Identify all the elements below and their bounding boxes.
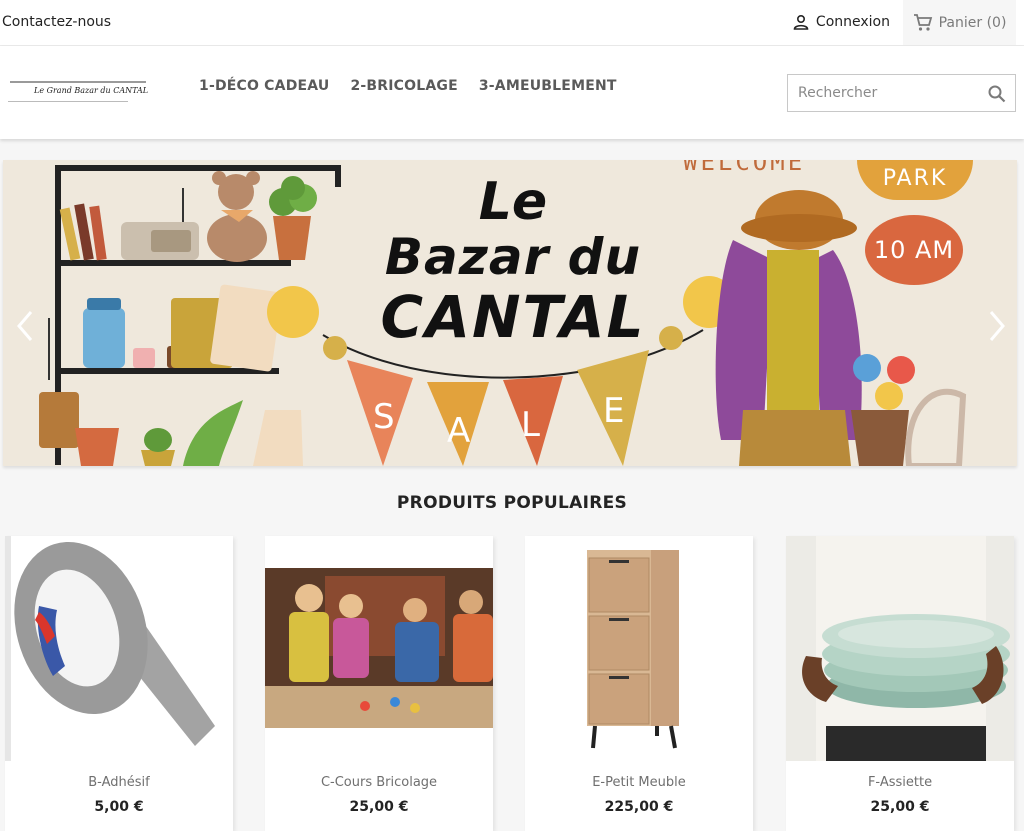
popular-products-heading: PRODUITS POPULAIRES <box>396 493 628 513</box>
flag-letter-l: L <box>521 405 540 445</box>
product-name[interactable]: F-Assiette <box>786 775 1014 790</box>
top-nav-bar: Contactez-nous Connexion Panier (0) <box>0 0 1024 46</box>
product-price: 5,00 € <box>94 799 144 815</box>
hero-carousel[interactable]: S A L E WELCOME PARK 10 AM Le Bazar du C… <box>3 160 1017 466</box>
product-image-plates[interactable] <box>786 536 1014 761</box>
product-name[interactable]: C-Cours Bricolage <box>265 775 493 790</box>
banner-title: Le Bazar du CANTAL <box>363 176 663 346</box>
logo-text: Le Grand Bazar du CANTAL <box>34 86 149 95</box>
login-label: Connexion <box>815 14 890 30</box>
site-logo[interactable]: Le Grand Bazar du CANTAL <box>8 81 148 105</box>
product-price: 25,00 € <box>870 799 930 815</box>
search-box <box>787 74 1016 112</box>
banner-time-badge: 10 AM <box>865 215 963 285</box>
flag-letter-s: S <box>373 397 395 437</box>
flag-letter-a: A <box>447 411 470 451</box>
login-link[interactable]: Connexion <box>793 14 890 30</box>
menu-item-deco-cadeau[interactable]: 1-DÉCO CADEAU <box>199 78 329 94</box>
logo-rule-bottom <box>8 101 128 102</box>
main-header: Le Grand Bazar du CANTAL 1-DÉCO CADEAU 2… <box>0 46 1024 139</box>
banner-title-line2: Bazar du <box>384 228 642 286</box>
contact-link[interactable]: Contactez-nous <box>2 14 111 30</box>
flag-letter-e: E <box>603 391 624 431</box>
product-name[interactable]: E-Petit Meuble <box>525 775 753 790</box>
menu-item-ameublement[interactable]: 3-AMEUBLEMENT <box>479 78 617 94</box>
chevron-right-icon[interactable] <box>985 308 1009 344</box>
product-card[interactable]: F-Assiette 25,00 € <box>786 536 1014 831</box>
product-grid: B-Adhésif 5,00 € C-Cours Bricolage 25,00… <box>5 536 1019 831</box>
logo-rule-top <box>10 81 146 83</box>
product-price: 25,00 € <box>349 799 409 815</box>
search-input[interactable] <box>788 75 973 111</box>
product-card[interactable]: B-Adhésif 5,00 € <box>5 536 233 831</box>
cart-label: Panier (0) <box>938 14 1007 31</box>
main-menu: 1-DÉCO CADEAU 2-BRICOLAGE 3-AMEUBLEMENT <box>199 78 617 94</box>
search-icon[interactable] <box>987 84 1007 104</box>
product-price: 225,00 € <box>604 799 674 815</box>
banner-title-line3: CANTAL <box>380 283 646 351</box>
menu-item-bricolage[interactable]: 2-BRICOLAGE <box>350 78 457 94</box>
user-icon <box>793 14 809 30</box>
shopping-cart-icon <box>913 13 932 31</box>
banner-welcome-text: WELCOME <box>683 160 806 176</box>
product-image-cabinet[interactable] <box>525 536 753 761</box>
product-image-workshop[interactable] <box>265 536 493 761</box>
product-card[interactable]: C-Cours Bricolage 25,00 € <box>265 536 493 831</box>
chevron-left-icon[interactable] <box>13 308 37 344</box>
banner-title-line1: Le <box>478 172 548 232</box>
product-name[interactable]: B-Adhésif <box>5 775 233 790</box>
cart-button[interactable]: Panier (0) <box>903 0 1016 45</box>
product-card[interactable]: E-Petit Meuble 225,00 € <box>525 536 753 831</box>
product-image-tape[interactable] <box>5 536 233 761</box>
